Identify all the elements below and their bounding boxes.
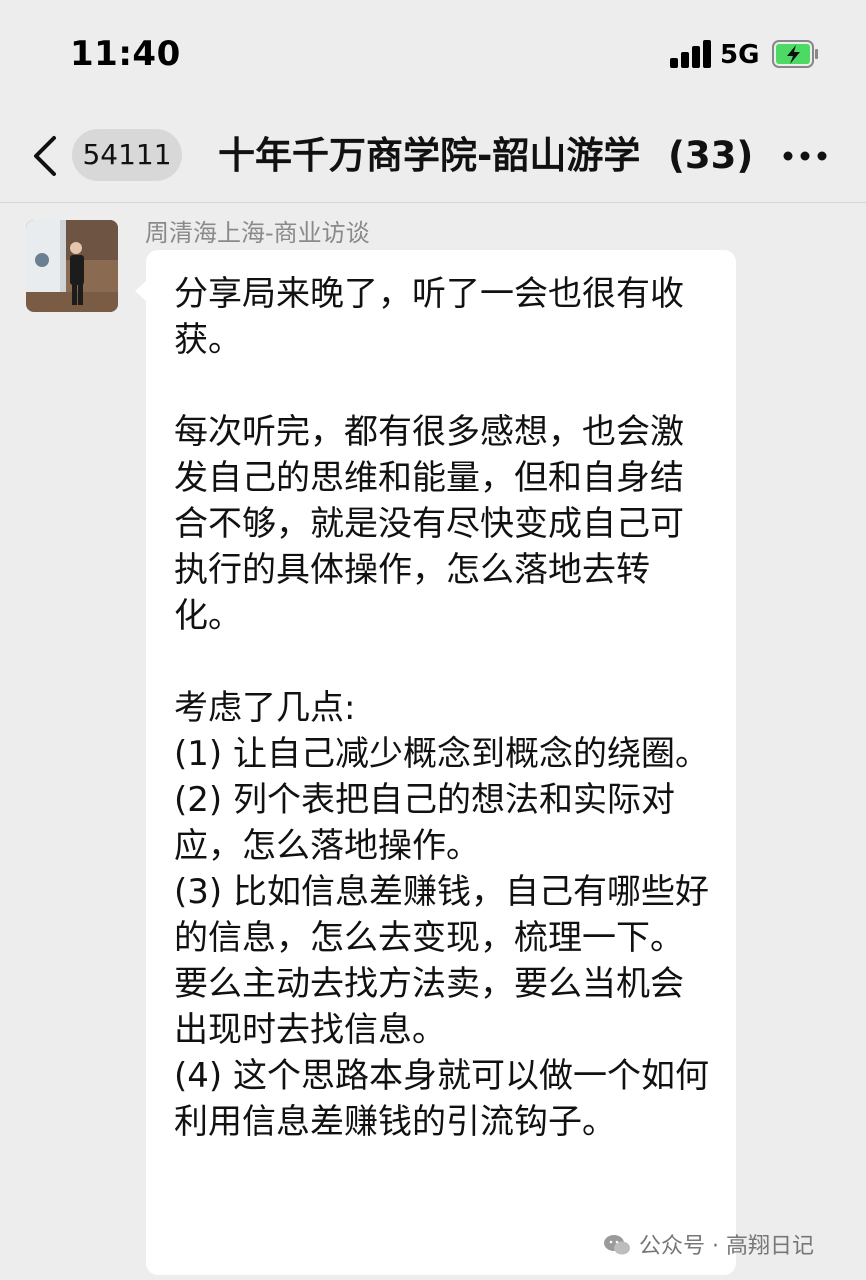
chevron-left-icon[interactable] bbox=[30, 134, 60, 178]
cellular-signal-icon bbox=[670, 40, 712, 68]
sender-avatar[interactable] bbox=[26, 220, 118, 312]
sender-name: 周清海上海-商业访谈 bbox=[145, 219, 370, 247]
status-time: 11:40 bbox=[70, 34, 181, 74]
watermark: 公众号 · 高翔日记 bbox=[603, 1232, 814, 1262]
unread-count-badge[interactable]: 54111 bbox=[72, 129, 182, 181]
message-text: 分享局来晚了，听了一会也很有收获。 每次听完，都有很多感想，也会激发自己的思维和… bbox=[174, 274, 709, 1142]
battery-charging-icon bbox=[772, 40, 818, 68]
more-dots-icon[interactable] bbox=[782, 150, 828, 162]
chat-nav-bar: 54111 十年千万商学院-韶山游学 (33) bbox=[0, 110, 866, 203]
watermark-text: 公众号 · 高翔日记 bbox=[639, 1234, 814, 1259]
network-type: 5G bbox=[720, 40, 760, 70]
member-count: (33) bbox=[668, 134, 754, 177]
chat-title: 十年千万商学院-韶山游学 bbox=[218, 134, 641, 177]
chat-title-container[interactable]: 十年千万商学院-韶山游学 bbox=[218, 126, 668, 186]
status-bar: 11:40 5G bbox=[0, 0, 866, 110]
wechat-icon bbox=[604, 1235, 630, 1255]
message-bubble[interactable]: 分享局来晚了，听了一会也很有收获。 每次听完，都有很多感想，也会激发自己的思维和… bbox=[135, 250, 736, 1275]
